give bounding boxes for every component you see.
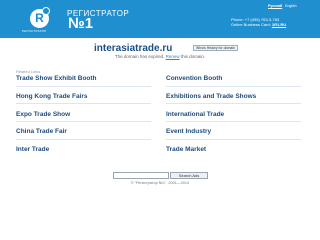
related-link[interactable]: International Trade <box>166 111 224 118</box>
contacts-block: Phone: +7 (495) 763-3-763 Online Busines… <box>231 17 286 27</box>
divider <box>16 103 151 104</box>
renew-link[interactable]: Renew <box>166 54 180 59</box>
search-ads-button[interactable]: Search Ads <box>170 172 208 179</box>
related-link[interactable]: Event Industry <box>166 128 211 135</box>
expired-text: The domain has expired. <box>114 54 165 59</box>
related-link[interactable]: China Trade Fair <box>16 128 67 135</box>
related-link[interactable]: Trade Market <box>166 146 206 153</box>
divider <box>16 121 151 122</box>
domain-title: interasiatrade.ru <box>94 43 173 54</box>
lang-english-link[interactable]: English <box>285 4 296 8</box>
whois-history-button[interactable]: Whois History for domain <box>193 45 239 51</box>
related-link[interactable]: Hong Kong Trade Fairs <box>16 93 88 100</box>
logo-caption: РЕГИСТРАТОР <box>22 29 47 33</box>
divider <box>166 139 301 140</box>
related-link[interactable]: Convention Booth <box>166 75 222 82</box>
business-card-link[interactable]: 1R1.RU <box>272 22 286 27</box>
expired-text-tail: this domain. <box>180 54 206 59</box>
related-link[interactable]: Expo Trade Show <box>16 111 70 118</box>
search-input[interactable] <box>113 172 169 179</box>
business-card-label: Online Business Card: <box>231 22 271 27</box>
related-link[interactable]: Trade Show Exhibit Booth <box>16 75 97 82</box>
logo-badge-icon <box>42 7 50 15</box>
lang-russian-link[interactable]: Русский <box>268 4 282 8</box>
divider <box>166 103 301 104</box>
related-links-label: Related Links <box>16 69 41 74</box>
divider <box>166 121 301 122</box>
header-bar: R РЕГИСТРАТОР РЕГИСТРАТОР №1 Русский Eng… <box>0 0 320 38</box>
related-link[interactable]: Inter Trade <box>16 146 49 153</box>
expired-notice: The domain has expired. Renew this domai… <box>0 54 320 59</box>
divider <box>16 139 151 140</box>
business-card-line: Online Business Card: 1R1.RU <box>231 22 286 27</box>
copyright-text: © "Регистратор №1", 2001—2014 <box>130 181 190 185</box>
brand-number: №1 <box>68 15 94 32</box>
divider <box>166 86 301 87</box>
language-switcher: Русский English <box>268 4 297 8</box>
related-link[interactable]: Exhibitions and Trade Shows <box>166 93 256 100</box>
divider <box>16 86 151 87</box>
search-row: Search Ads <box>0 172 320 180</box>
